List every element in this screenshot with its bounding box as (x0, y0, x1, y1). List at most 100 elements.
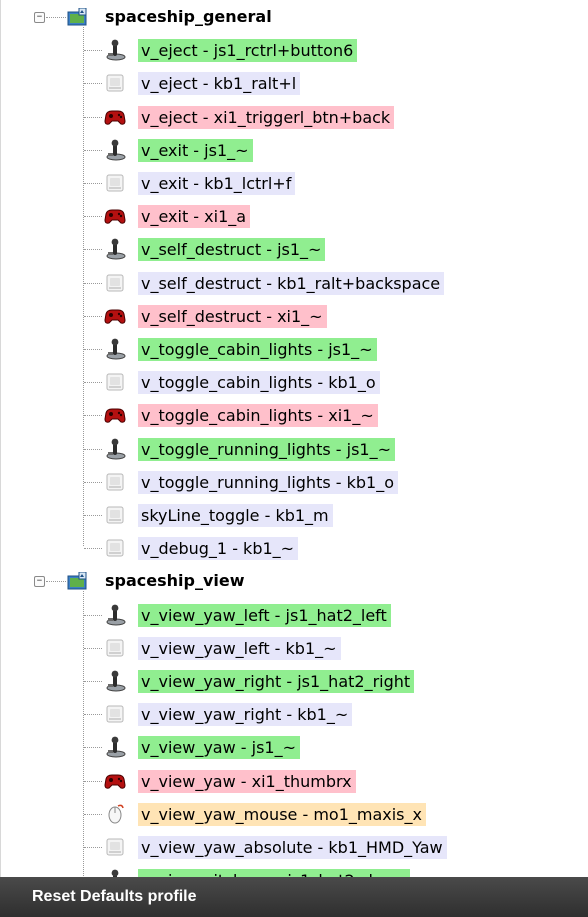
joystick-icon (103, 238, 127, 260)
tree-connector (84, 50, 102, 52)
tree-connector (84, 813, 102, 816)
mouse-icon (103, 803, 127, 825)
tree-connector (84, 315, 102, 318)
action-binding-label[interactable]: v_toggle_running_lights - js1_~ (138, 437, 395, 461)
action-binding-label[interactable]: v_self_destruct - kb1_ralt+backspace (138, 271, 445, 295)
tree-connector (84, 614, 102, 617)
joystick-icon (103, 338, 127, 360)
action-binding-label[interactable]: v_eject - kb1_ralt+l (138, 72, 301, 96)
category-icon (67, 571, 87, 590)
tree-connector (84, 548, 102, 550)
tree-item-row[interactable]: v_view_yaw - xi1_thumbrx (1, 765, 588, 798)
tree-item-row[interactable]: v_exit - kb1_lctrl+f (1, 167, 588, 200)
keyboard-icon (103, 471, 127, 493)
action-binding-label[interactable]: v_view_yaw_right - kb1_~ (138, 703, 353, 727)
action-binding-label[interactable]: v_eject - xi1_triggerl_btn+back (138, 105, 395, 129)
tree-connector (84, 282, 102, 285)
tree-connector (84, 183, 102, 185)
tree-connector (84, 382, 102, 384)
collapse-toggle-icon[interactable]: − (34, 12, 45, 23)
action-binding-label[interactable]: v_eject - js1_rctrl+button6 (138, 39, 358, 63)
action-binding-label[interactable]: v_toggle_cabin_lights - xi1_~ (138, 404, 378, 428)
tree-connector (84, 349, 102, 351)
joystick-icon (103, 869, 127, 877)
action-binding-label[interactable]: v_self_destruct - js1_~ (138, 238, 326, 262)
tree-item-row[interactable]: v_self_destruct - xi1_~ (1, 300, 588, 333)
action-binding-label[interactable]: v_toggle_running_lights - kb1_o (138, 470, 399, 494)
tree-item-row[interactable]: v_debug_1 - kb1_~ (1, 532, 588, 565)
keyboard-icon (103, 272, 127, 294)
action-binding-label[interactable]: v_view_yaw_left - kb1_~ (138, 636, 341, 660)
tree-category-row[interactable]: − spaceship_general (1, 1, 588, 34)
category-icon (67, 7, 87, 26)
joystick-icon (103, 670, 127, 692)
tree-item-row[interactable]: v_exit - js1_~ (1, 134, 588, 167)
gamepad-icon (103, 205, 127, 227)
tree-item-row[interactable]: skyLine_toggle - kb1_m (1, 499, 588, 532)
collapse-toggle-icon[interactable]: − (34, 576, 45, 588)
action-binding-label[interactable]: v_view_yaw_mouse - mo1_maxis_x (138, 802, 426, 826)
action-binding-label[interactable]: v_view_yaw - js1_~ (138, 736, 300, 760)
status-footer: Reset Defaults profile (0, 877, 588, 917)
tree-item-row[interactable]: v_toggle_running_lights - kb1_o (1, 466, 588, 499)
tree-item-row[interactable]: v_view_yaw_left - js1_hat2_left (1, 599, 588, 632)
joystick-icon (103, 604, 127, 626)
joystick-icon (103, 736, 127, 758)
tree-item-row[interactable]: v_view_yaw - js1_~ (1, 731, 588, 764)
tree-item-row[interactable]: v_self_destruct - js1_~ (1, 233, 588, 266)
tree-connector (46, 17, 66, 19)
tree-connector (84, 847, 102, 849)
tree-category-row[interactable]: − spaceship_view (1, 565, 588, 598)
tree-connector (46, 581, 66, 583)
keyboard-icon (103, 836, 127, 858)
tree-item-row[interactable]: v_view_pitch_up - js1_hat2_down (1, 864, 588, 877)
action-binding-label[interactable]: v_view_yaw_left - js1_hat2_left (138, 603, 391, 627)
tree-item-row[interactable]: v_toggle_cabin_lights - xi1_~ (1, 399, 588, 432)
tree-item-row[interactable]: v_view_yaw_mouse - mo1_maxis_x (1, 798, 588, 831)
action-binding-label[interactable]: v_self_destruct - xi1_~ (138, 304, 327, 328)
tree-connector (84, 116, 102, 119)
action-binding-label[interactable]: v_toggle_cabin_lights - kb1_o (138, 371, 380, 395)
footer-label: Reset Defaults profile (32, 888, 197, 905)
tree-item-row[interactable]: v_view_yaw_right - js1_hat2_right (1, 665, 588, 698)
keyboard-icon (103, 537, 127, 559)
joystick-icon (103, 39, 127, 61)
action-binding-label[interactable]: v_exit - js1_~ (138, 138, 253, 162)
tree-item-row[interactable]: v_view_yaw_left - kb1_~ (1, 632, 588, 665)
action-binding-label[interactable]: v_exit - kb1_lctrl+f (138, 172, 296, 195)
keyboard-icon (103, 637, 127, 659)
tree-connector (84, 448, 102, 451)
tree-item-row[interactable]: v_toggle_running_lights - js1_~ (1, 433, 588, 466)
tree-item-row[interactable]: v_eject - js1_rctrl+button6 (1, 34, 588, 67)
category-label[interactable]: spaceship_general (105, 6, 272, 28)
action-binding-label[interactable]: v_toggle_cabin_lights - js1_~ (138, 338, 377, 361)
action-tree[interactable]: − spaceship_general v_eject - js1_rctrl+bu… (1, 0, 588, 877)
keyboard-icon (103, 504, 127, 526)
action-binding-label[interactable]: v_debug_1 - kb1_~ (138, 537, 299, 561)
tree-connector (84, 714, 102, 716)
action-binding-label[interactable]: v_view_yaw - xi1_thumbrx (138, 769, 356, 793)
tree-item-row[interactable]: v_view_yaw_absolute - kb1_HMD_Yaw (1, 831, 588, 864)
gamepad-icon (103, 404, 127, 426)
action-binding-label[interactable]: skyLine_toggle - kb1_m (138, 504, 333, 527)
tree-item-row[interactable]: v_toggle_cabin_lights - js1_~ (1, 333, 588, 366)
action-tree-panel[interactable]: − spaceship_general v_eject - js1_rctrl+bu… (0, 0, 588, 877)
tree-connector (84, 647, 102, 650)
action-binding-label[interactable]: v_exit - xi1_a (138, 205, 251, 229)
tree-item-row[interactable]: v_self_destruct - kb1_ralt+backspace (1, 267, 588, 300)
action-binding-label[interactable]: v_view_yaw_right - js1_hat2_right (138, 670, 415, 693)
tree-item-row[interactable]: v_exit - xi1_a (1, 200, 588, 233)
tree-item-row[interactable]: v_view_yaw_right - kb1_~ (1, 698, 588, 731)
tree-item-row[interactable]: v_toggle_cabin_lights - kb1_o (1, 366, 588, 399)
action-binding-label[interactable]: v_view_yaw_absolute - kb1_HMD_Yaw (138, 836, 447, 859)
tree-connector (84, 681, 102, 683)
gamepad-icon (103, 770, 127, 792)
tree-item-row[interactable]: v_eject - kb1_ralt+l (1, 67, 588, 100)
keyboard-icon (103, 703, 127, 725)
category-label[interactable]: spaceship_view (105, 570, 245, 592)
joystick-icon (103, 139, 127, 161)
tree-connector (84, 415, 102, 417)
action-binding-label[interactable]: v_view_pitch_up - js1_hat2_down (138, 869, 410, 877)
joystick-icon (103, 438, 127, 460)
tree-item-row[interactable]: v_eject - xi1_triggerl_btn+back (1, 101, 588, 134)
